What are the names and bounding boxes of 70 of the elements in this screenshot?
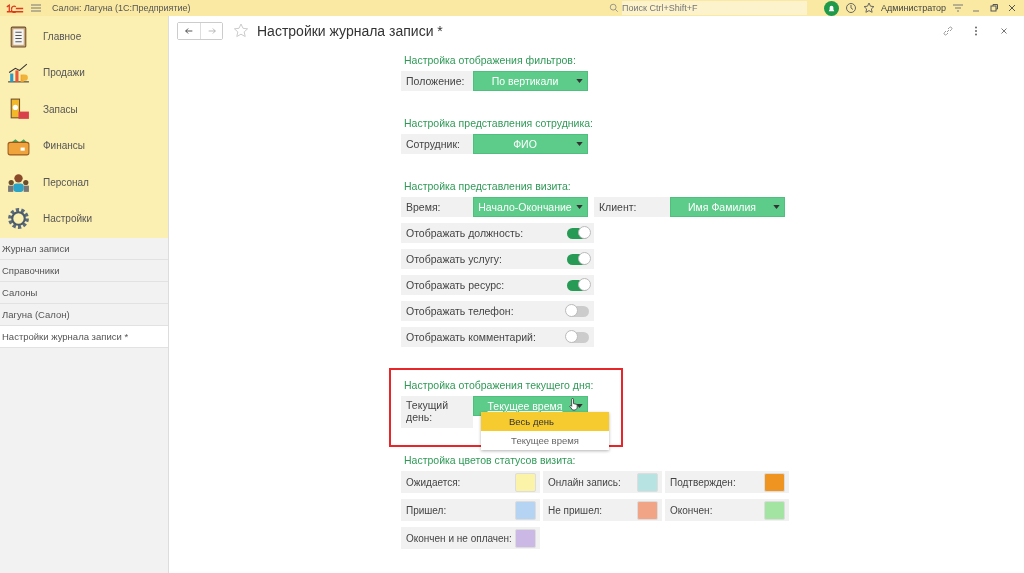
logo-icon <box>6 3 24 13</box>
open-page-item[interactable]: Справочники <box>0 260 168 282</box>
field-label: Текущий день: <box>401 396 473 428</box>
section-item[interactable]: Запасы <box>0 91 168 128</box>
history-icon[interactable] <box>845 2 858 14</box>
open-page-item[interactable]: Салоны <box>0 282 168 304</box>
filter-icon[interactable] <box>952 2 964 14</box>
toggle-switch[interactable] <box>567 279 589 291</box>
color-swatch[interactable] <box>515 500 536 520</box>
dropdown-option[interactable]: Текущее время <box>481 431 609 450</box>
bell-icon[interactable] <box>824 0 840 16</box>
link-icon[interactable] <box>942 25 954 37</box>
status-label: Онлайн запись: <box>548 476 621 488</box>
page-title: Настройки журнала записи * <box>257 23 443 39</box>
toggle-label: Отображать телефон: <box>406 305 514 317</box>
toggle-switch[interactable] <box>567 305 589 317</box>
status-label: Подтвержден: <box>670 476 736 488</box>
color-swatch[interactable] <box>515 528 536 548</box>
status-label: Не пришел: <box>548 504 602 516</box>
caret-icon <box>773 205 780 209</box>
caret-icon <box>576 142 583 146</box>
menu-icon[interactable] <box>30 2 42 14</box>
toggle-switch[interactable] <box>567 253 589 265</box>
section-item[interactable]: Продажи <box>0 54 168 91</box>
user-name[interactable]: Администратор <box>881 3 946 13</box>
dropdown-option[interactable]: Весь день <box>481 412 609 431</box>
field-label: Положение: <box>401 71 473 91</box>
toggle-switch[interactable] <box>567 227 589 239</box>
status-label: Окончен и не оплачен: <box>406 532 512 544</box>
hand-cursor-icon <box>568 398 579 411</box>
color-swatch[interactable] <box>764 500 785 520</box>
color-swatch[interactable] <box>637 472 658 492</box>
color-swatch[interactable] <box>515 472 536 492</box>
toggle-switch[interactable] <box>567 331 589 343</box>
section-item[interactable]: Настройки <box>0 200 168 237</box>
status-label: Пришел: <box>406 504 447 516</box>
section-title: Настройка отображения фильтров: <box>404 54 576 66</box>
forward-button[interactable] <box>200 23 222 39</box>
search-icon[interactable] <box>609 3 620 13</box>
toggle-label: Отображать ресурс: <box>406 279 505 291</box>
search-field[interactable]: Поиск Ctrl+Shift+F <box>622 1 808 15</box>
field-label: Клиент: <box>594 197 670 217</box>
caret-icon <box>576 79 583 83</box>
status-label: Окончен: <box>670 504 713 516</box>
star-icon[interactable] <box>863 2 876 14</box>
restore-icon[interactable] <box>988 2 1000 14</box>
open-page-item[interactable]: Журнал записи <box>0 238 168 260</box>
app-title: Салон: Лагуна (1С:Предприятие) <box>52 3 191 13</box>
color-swatch[interactable] <box>637 500 658 520</box>
caret-icon <box>576 205 583 209</box>
field-label: Время: <box>401 197 473 217</box>
close-icon[interactable] <box>1006 2 1018 14</box>
star-icon[interactable] <box>233 23 249 39</box>
right-arrow-icon <box>206 26 217 36</box>
gear-icon <box>6 206 31 232</box>
section-title: Настройка отображения текущего дня: <box>404 379 595 391</box>
toggle-label: Отображать комментарий: <box>406 331 536 343</box>
status-label: Ожидается: <box>406 476 461 488</box>
section-title: Настройка цветов статусов визита: <box>404 454 576 466</box>
toggle-label: Отображать услугу: <box>406 253 502 265</box>
toggle-label: Отображать должность: <box>406 227 524 239</box>
open-page-item[interactable]: Настройки журнала записи * <box>0 326 168 348</box>
section-item[interactable]: Персонал <box>0 164 168 201</box>
section-item[interactable]: Финансы <box>0 127 168 164</box>
left-arrow-icon <box>184 26 194 36</box>
color-swatch[interactable] <box>764 472 785 492</box>
section-item[interactable]: Главное <box>0 18 168 55</box>
section-title: Настройка представления визита: <box>404 180 571 192</box>
section-title: Настройка представления сотрудника: <box>404 117 593 129</box>
field-label: Сотрудник: <box>401 134 473 154</box>
